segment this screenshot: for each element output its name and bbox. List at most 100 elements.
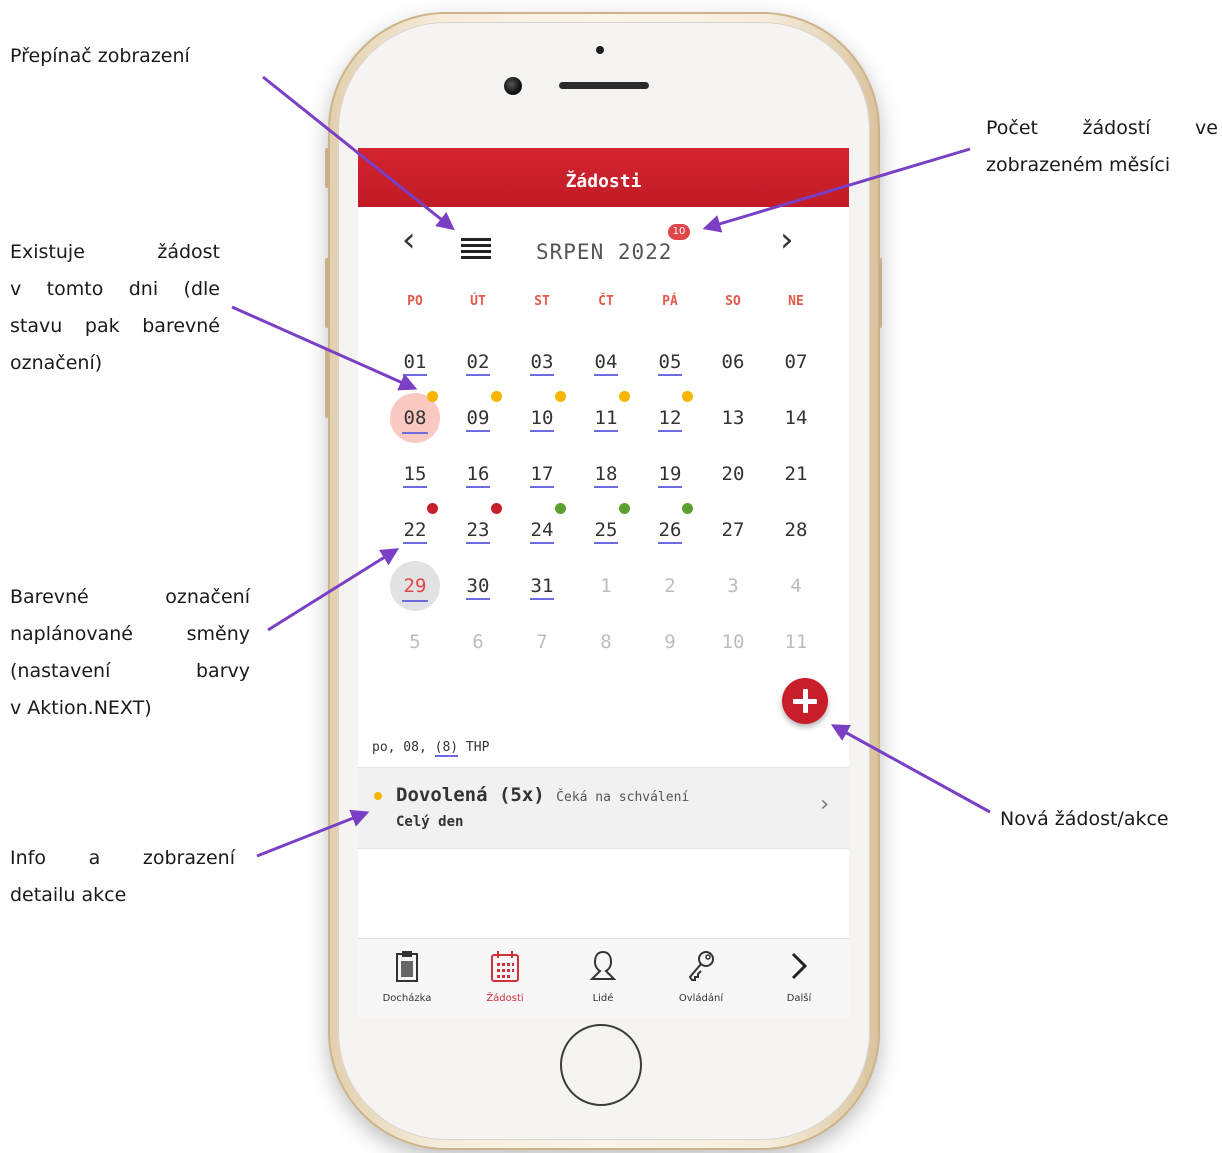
request-status-dot xyxy=(619,391,630,402)
calendar-day[interactable]: 14 xyxy=(776,398,816,438)
annotation-line: Přepínač zobrazení xyxy=(10,45,190,67)
calendar-day[interactable]: 21 xyxy=(776,454,816,494)
home-button[interactable] xyxy=(560,1024,642,1106)
annotation-line: Existuje žádost xyxy=(10,241,220,263)
calendar-grid: 01 02 03 04 05 06 07 08 09 10 11 12 13 14 15 16 17 18 19 20… xyxy=(358,148,849,748)
calendar-day[interactable]: 04 xyxy=(586,342,626,382)
selected-day-date: po, 08, xyxy=(372,740,435,755)
calendar-day[interactable]: 27 xyxy=(713,510,753,550)
calendar-day[interactable]: 06 xyxy=(713,342,753,382)
calendar-day[interactable]: 11 xyxy=(586,398,626,438)
request-status-dot xyxy=(555,391,566,402)
new-request-button[interactable] xyxy=(782,678,828,724)
tab-dochazka[interactable]: Docházka xyxy=(358,939,456,1018)
tab-label: Další xyxy=(786,993,812,1004)
calendar-day[interactable]: 05 xyxy=(650,342,690,382)
tab-dalsi[interactable]: Další xyxy=(750,939,848,1018)
earpiece-speaker xyxy=(559,82,649,89)
calendar-day[interactable]: 2 xyxy=(650,566,690,606)
calendar-day[interactable]: 29 xyxy=(390,561,440,611)
event-title-line: Dovolená (5x) Čeká na schválení xyxy=(396,784,689,806)
calendar-day[interactable]: 3 xyxy=(713,566,753,606)
calendar-day[interactable]: 9 xyxy=(650,622,690,662)
annotation-view-switch: Přepínač zobrazení xyxy=(10,38,240,75)
request-status-dot xyxy=(427,503,438,514)
tab-lide[interactable]: Lidé xyxy=(554,939,652,1018)
request-status-dot xyxy=(491,503,502,514)
calendar-icon xyxy=(491,951,519,982)
annotation-line: stavu pak barevné xyxy=(10,315,220,337)
calendar-day[interactable]: 11 xyxy=(776,622,816,662)
annotation-new-request: Nová žádost/akce xyxy=(1000,801,1210,838)
calendar-day[interactable]: 5 xyxy=(395,622,435,662)
bottom-tab-bar: Docházka Žádosti Lidé Ovládání Další xyxy=(358,938,849,1018)
clipboard-icon xyxy=(396,951,418,982)
selected-day-shift: (8) xyxy=(434,740,459,757)
person-icon xyxy=(589,950,617,980)
calendar-day[interactable]: 09 xyxy=(458,398,498,438)
silent-switch[interactable] xyxy=(325,148,329,188)
calendar-day[interactable]: 25 xyxy=(586,510,626,550)
calendar-day[interactable]: 8 xyxy=(586,622,626,662)
calendar-day[interactable]: 17 xyxy=(522,454,562,494)
calendar-day[interactable]: 22 xyxy=(395,510,435,550)
calendar-day[interactable]: 02 xyxy=(458,342,498,382)
calendar-day[interactable]: 7 xyxy=(522,622,562,662)
tab-ovladani[interactable]: Ovládání xyxy=(652,939,750,1018)
calendar-day[interactable]: 4 xyxy=(776,566,816,606)
tab-label: Ovládání xyxy=(678,993,724,1004)
proximity-sensor xyxy=(596,46,604,54)
calendar-day[interactable]: 12 xyxy=(650,398,690,438)
annotation-line: Počet žádostí ve xyxy=(986,117,1218,139)
calendar-day[interactable]: 10 xyxy=(522,398,562,438)
calendar-day[interactable]: 20 xyxy=(713,454,753,494)
selected-day-group: THP xyxy=(458,740,490,755)
request-status-dot xyxy=(555,503,566,514)
calendar-day[interactable]: 19 xyxy=(650,454,690,494)
tab-label: Žádosti xyxy=(486,993,524,1004)
annotation-line: Barevné označení xyxy=(10,586,250,608)
calendar-day[interactable]: 23 xyxy=(458,510,498,550)
calendar-day[interactable]: 16 xyxy=(458,454,498,494)
volume-down-button[interactable] xyxy=(325,348,329,418)
annotation-line: v tomto dni (dle xyxy=(10,278,220,300)
calendar-day[interactable]: 30 xyxy=(458,566,498,606)
power-button[interactable] xyxy=(878,258,882,328)
calendar-day[interactable]: 24 xyxy=(522,510,562,550)
calendar-day[interactable]: 13 xyxy=(713,398,753,438)
event-chevron-icon: › xyxy=(820,792,829,817)
annotation-line: označení) xyxy=(10,352,103,374)
app-screen: Žádosti ‹ SRPEN 2022 10 › PO ÚT ST ČT PÁ SO NE… xyxy=(358,148,849,1018)
annotation-line: Nová žádost/akce xyxy=(1000,808,1169,830)
volume-up-button[interactable] xyxy=(325,258,329,328)
calendar-day[interactable]: 03 xyxy=(522,342,562,382)
request-status-dot xyxy=(682,391,693,402)
tab-zadosti[interactable]: Žádosti xyxy=(456,939,554,1018)
annotation-line: Info a zobrazení xyxy=(10,847,235,869)
calendar-day[interactable]: 01 xyxy=(395,342,435,382)
request-status-dot xyxy=(682,503,693,514)
annotation-info-detail: Info a zobrazení detailu akce xyxy=(10,840,235,914)
annotation-shift-color: Barevné označení naplánované směny (nast… xyxy=(10,579,250,727)
annotation-line: zobrazeném měsíci xyxy=(986,154,1171,176)
annotation-request-exists: Existuje žádost v tomto dni (dle stavu p… xyxy=(10,234,220,382)
calendar-day[interactable]: 10 xyxy=(713,622,753,662)
tab-label: Docházka xyxy=(382,993,432,1004)
key-icon xyxy=(688,951,714,981)
annotation-line: (nastavení barvy xyxy=(10,660,250,682)
calendar-day[interactable]: 26 xyxy=(650,510,690,550)
chevron-right-icon xyxy=(791,952,808,980)
event-duration: Celý den xyxy=(396,814,464,830)
annotation-line: v Aktion.NEXT) xyxy=(10,697,152,719)
event-list-item[interactable]: Dovolená (5x) Čeká na schválení Celý den… xyxy=(358,767,849,849)
calendar-day[interactable]: 18 xyxy=(586,454,626,494)
calendar-day[interactable]: 07 xyxy=(776,342,816,382)
request-status-dot xyxy=(491,391,502,402)
tab-label: Lidé xyxy=(592,993,614,1004)
calendar-day[interactable]: 28 xyxy=(776,510,816,550)
event-status-dot xyxy=(374,792,382,800)
calendar-day[interactable]: 1 xyxy=(586,566,626,606)
calendar-day[interactable]: 15 xyxy=(395,454,435,494)
calendar-day[interactable]: 6 xyxy=(458,622,498,662)
calendar-day[interactable]: 31 xyxy=(522,566,562,606)
